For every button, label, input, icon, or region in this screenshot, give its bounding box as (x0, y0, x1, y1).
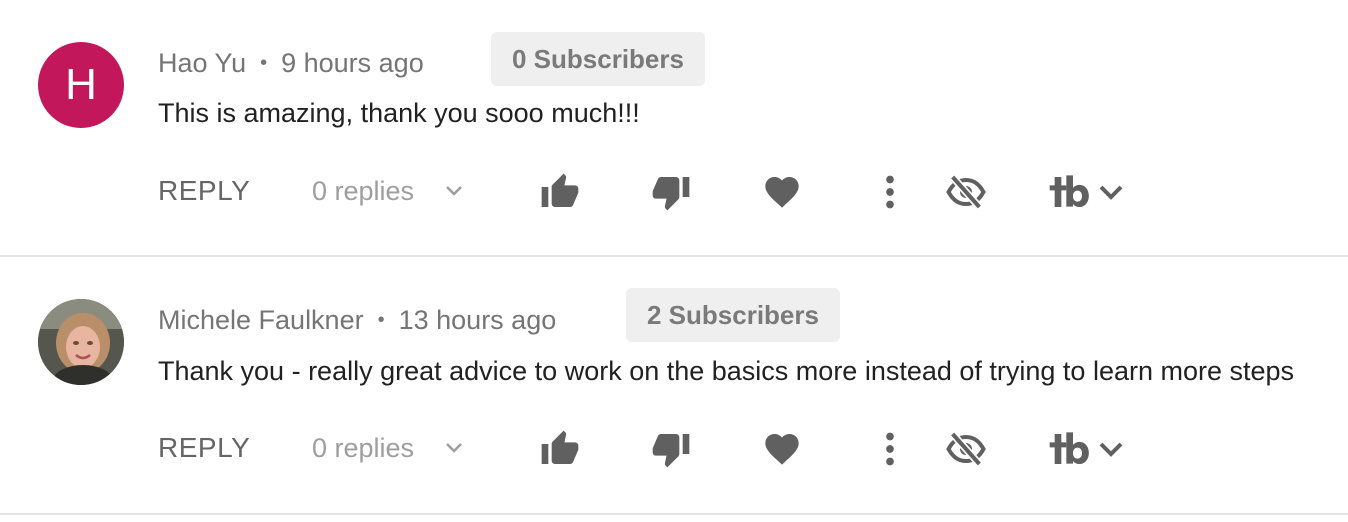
heart-icon[interactable] (762, 172, 802, 212)
comment-time[interactable]: 13 hours ago (399, 305, 557, 335)
thumbs-up-icon[interactable] (540, 172, 580, 212)
thumbs-down-icon[interactable] (651, 172, 691, 212)
comment-item: H Hao Yu • 9 hours ago 0 Subscribers This … (0, 0, 1348, 257)
author-name[interactable]: Hao Yu (158, 48, 246, 78)
comment-meta: Michele Faulkner • 13 hours ago (158, 305, 556, 336)
chevron-down-icon[interactable] (1096, 172, 1126, 212)
eye-off-icon[interactable] (946, 172, 986, 212)
comment-text: This is amazing, thank you sooo much!!! (158, 98, 640, 128)
author-name[interactable]: Michele Faulkner (158, 305, 364, 335)
tubebuddy-logo-icon[interactable] (1046, 429, 1090, 469)
reply-button[interactable]: REPLY (158, 175, 250, 207)
eye-off-icon[interactable] (946, 429, 986, 469)
replies-toggle[interactable]: 0 replies (312, 176, 464, 207)
replies-count: 0 replies (312, 176, 415, 206)
chevron-down-icon (445, 443, 462, 453)
thumbs-up-icon[interactable] (540, 429, 580, 469)
replies-toggle[interactable]: 0 replies (312, 433, 464, 464)
chevron-down-icon[interactable] (1096, 429, 1126, 469)
comment-item: Michele Faulkner • 13 hours ago 2 Subscrib… (0, 257, 1348, 515)
more-vertical-icon[interactable] (870, 172, 910, 212)
comment-time[interactable]: 9 hours ago (281, 48, 424, 78)
tubebuddy-logo-icon[interactable] (1046, 172, 1090, 212)
comment-actions: REPLY 0 replies (158, 168, 1158, 216)
subscriber-badge: 2 Subscribers (626, 288, 840, 342)
comment-actions: REPLY 0 replies (158, 425, 1158, 473)
profile-photo (38, 299, 124, 385)
heart-icon[interactable] (762, 429, 802, 469)
comment-text: Thank you - really great advice to work … (158, 356, 1295, 386)
thumbs-down-icon[interactable] (651, 429, 691, 469)
replies-count: 0 replies (312, 433, 415, 463)
subscriber-badge: 0 Subscribers (491, 32, 705, 86)
meta-separator: • (377, 309, 385, 331)
avatar[interactable] (38, 299, 124, 385)
chevron-down-icon (445, 186, 462, 196)
more-vertical-icon[interactable] (870, 429, 910, 469)
comment-meta: Hao Yu • 9 hours ago (158, 48, 424, 79)
reply-button[interactable]: REPLY (158, 432, 250, 464)
avatar[interactable]: H (38, 42, 124, 128)
meta-separator: • (260, 52, 268, 74)
